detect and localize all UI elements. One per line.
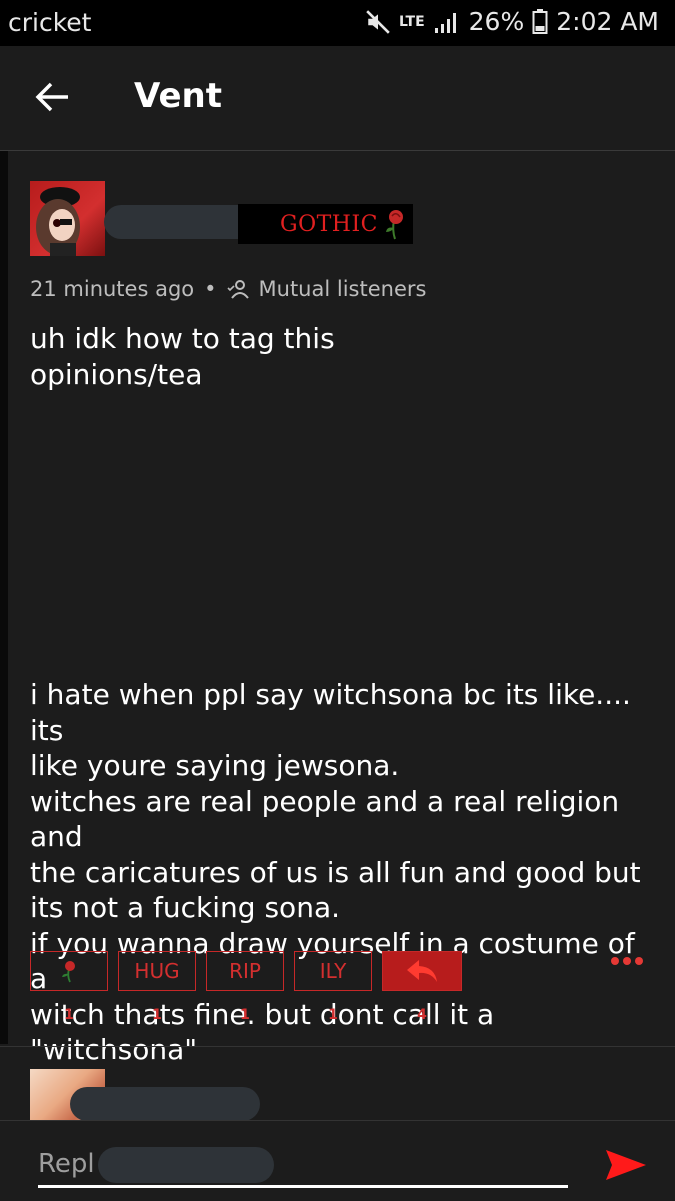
reply-arrow-icon (407, 960, 437, 982)
status-bar: cricket LTE 26% 2:02 AM (0, 0, 675, 46)
clock: 2:02 AM (556, 7, 659, 36)
reply-bar (0, 1120, 675, 1201)
post-meta: 21 minutes ago • Mutual listeners (30, 277, 426, 301)
app-bar: Vent (0, 46, 675, 151)
post-title: uh idk how to tag this opinions/tea (30, 321, 650, 393)
reaction-count: 4 (417, 1007, 427, 1023)
post-body-line: like youre saying jewsona. (30, 749, 400, 782)
reaction-count: 1 (240, 1007, 250, 1023)
meta-separator: • (204, 277, 217, 301)
network-label: LTE (398, 13, 425, 30)
reply-redaction (98, 1147, 274, 1183)
reaction-button-rip[interactable]: RIP (206, 951, 284, 991)
mute-icon (366, 9, 390, 34)
audience-label: Mutual listeners (258, 277, 427, 301)
post-title-line: uh idk how to tag this (30, 322, 335, 355)
user-badge: GOTHIC (238, 204, 413, 244)
battery-percent: 26% (468, 7, 525, 36)
reaction-button-rose[interactable] (30, 951, 108, 991)
comment-username-redacted (70, 1087, 260, 1121)
post-body-line: i hate when ppl say witchsona bc its lik… (30, 678, 631, 747)
arrow-left-icon[interactable] (30, 74, 76, 120)
reaction-button-ily[interactable]: ILY (294, 951, 372, 991)
status-icons: LTE 26% 2:02 AM (365, 7, 659, 36)
reaction-count: 1 (152, 1007, 162, 1023)
carrier-label: cricket (8, 8, 92, 37)
avatar-illustration (36, 187, 80, 256)
reply-button[interactable] (382, 951, 462, 991)
page-title: Vent (134, 76, 222, 116)
post-body-line: witches are real people and a real relig… (30, 784, 620, 854)
avatar[interactable] (30, 181, 105, 256)
post-card: GOTHIC 21 minutes ago • Mutual listeners… (0, 151, 675, 1066)
post-title-line: opinions/tea (30, 358, 203, 391)
timestamp: 21 minutes ago (30, 277, 195, 301)
post-body-line: its not a fucking sona. (30, 891, 340, 924)
mutual-listeners-icon (226, 280, 249, 299)
reaction-count: 1 (64, 1007, 74, 1023)
battery-icon (532, 8, 548, 34)
badge-text: GOTHIC (280, 211, 378, 237)
post-body-line: the caricatures of us is all fun and goo… (30, 855, 641, 889)
post-accent-bar (0, 151, 8, 1044)
signal-icon (434, 12, 456, 33)
reaction-count: 1 (328, 1007, 338, 1023)
comment-preview (0, 1046, 675, 1121)
rose-icon (386, 210, 403, 240)
reaction-button-hug[interactable]: HUG (118, 951, 196, 991)
send-icon[interactable] (604, 1147, 648, 1183)
more-options-icon[interactable] (611, 957, 643, 965)
wilted-rose-icon (62, 961, 75, 983)
